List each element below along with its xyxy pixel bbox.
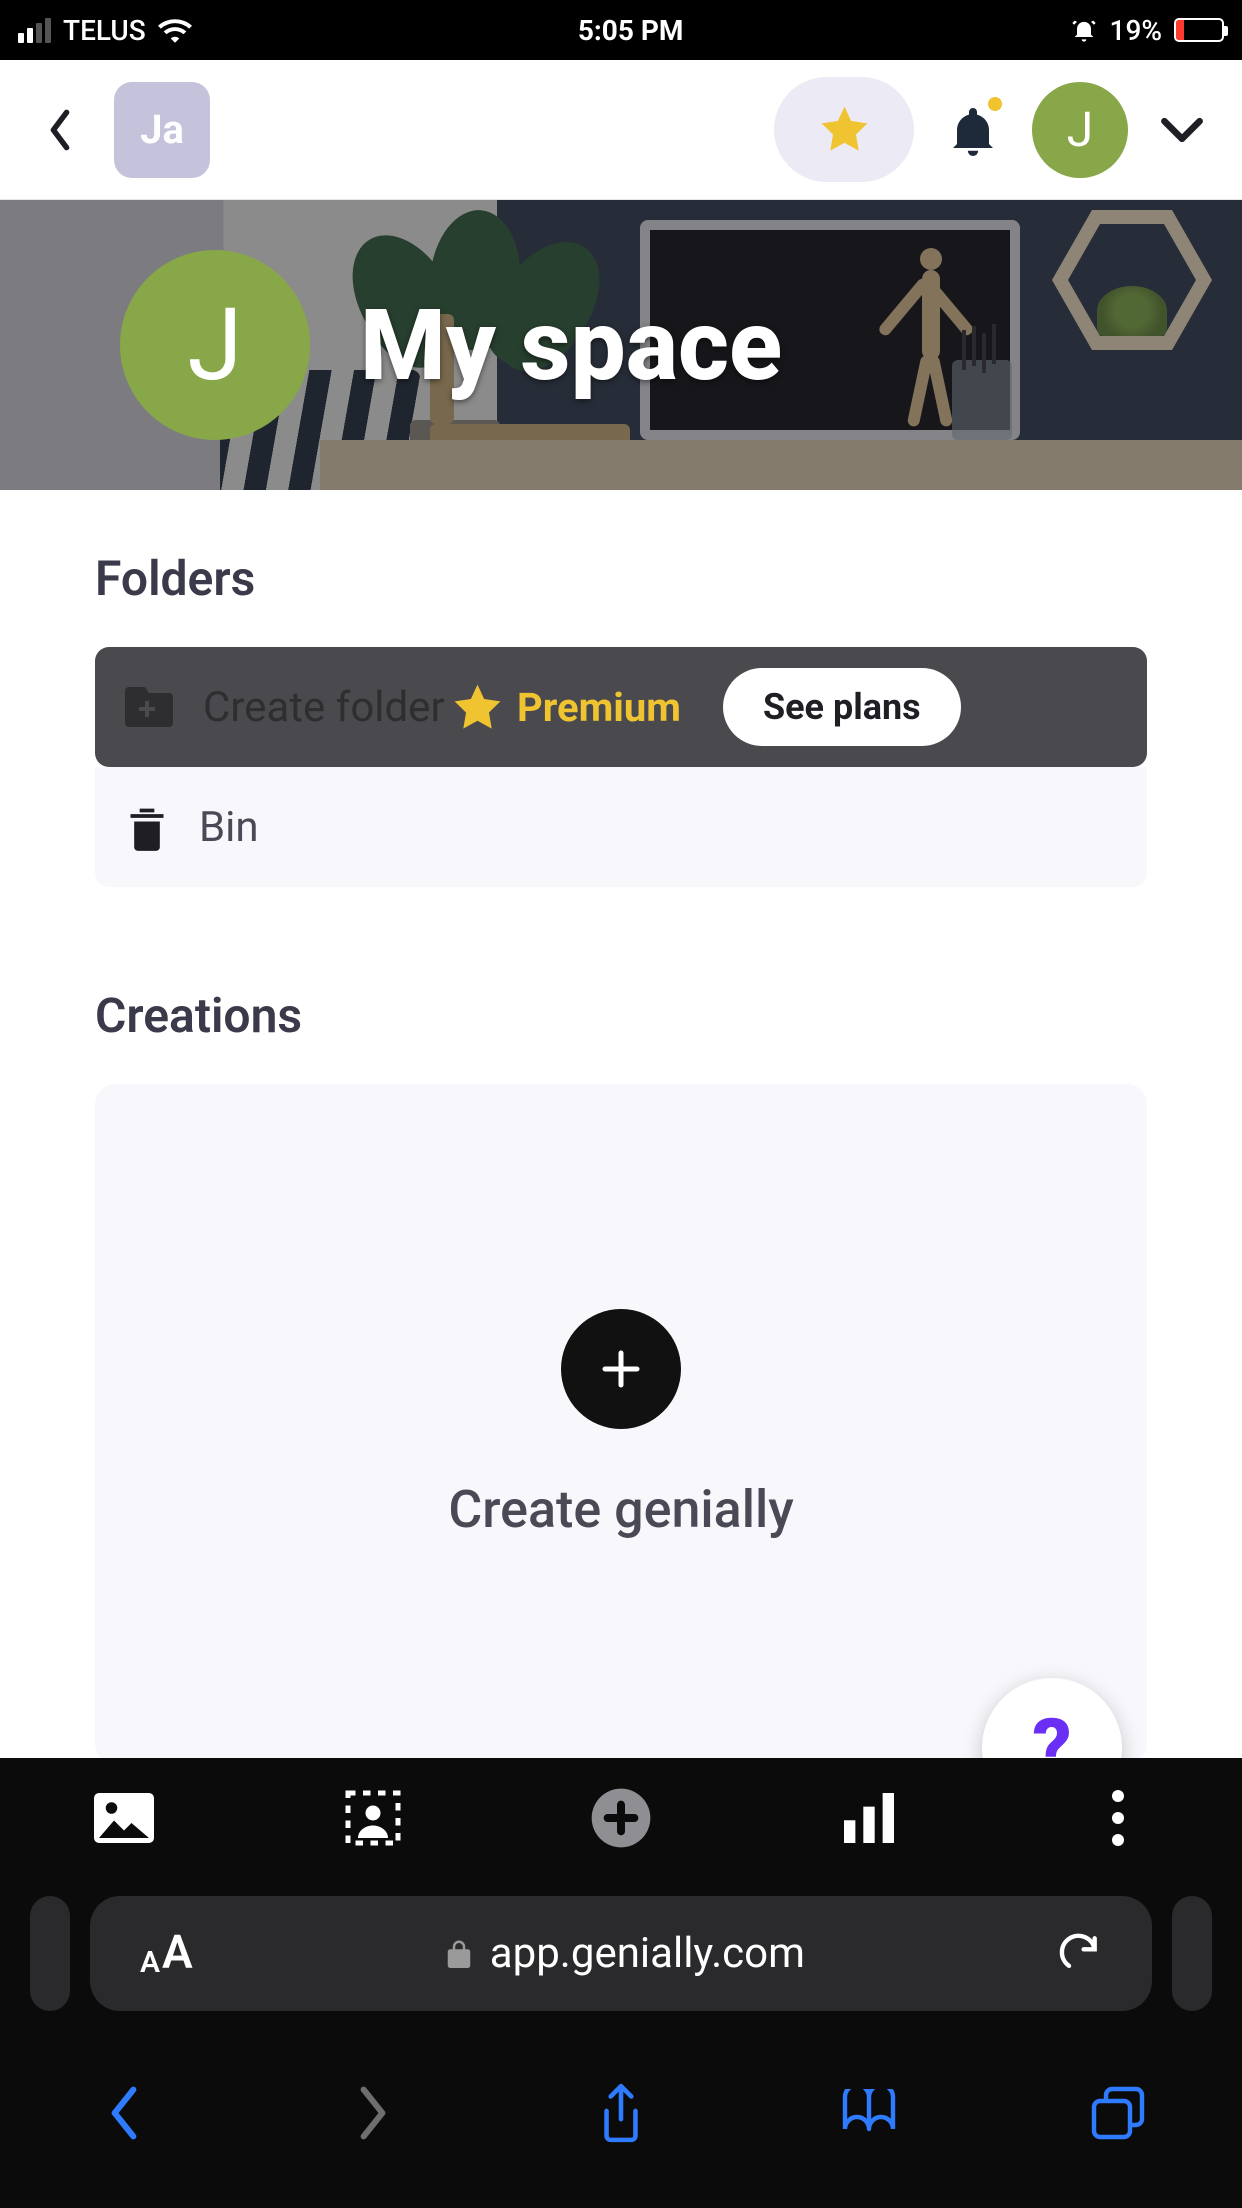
app-bottom-toolbar bbox=[0, 1758, 1242, 1878]
main-content: Folders Create folder Premium See plans … bbox=[0, 490, 1242, 1764]
safari-chrome: AA app.genially.com bbox=[0, 1878, 1242, 2208]
battery-pct-label: 19% bbox=[1110, 14, 1162, 47]
avatar-button[interactable]: J bbox=[1032, 82, 1128, 178]
reload-button[interactable] bbox=[1058, 1930, 1102, 1976]
battery-icon bbox=[1174, 18, 1224, 42]
notification-dot bbox=[988, 97, 1002, 111]
toolbar-more-button[interactable] bbox=[1078, 1778, 1158, 1858]
hero-banner: J My space bbox=[0, 200, 1242, 490]
notifications-button[interactable] bbox=[938, 95, 1008, 165]
back-button[interactable] bbox=[30, 100, 90, 160]
avatar-initial: J bbox=[1067, 101, 1093, 158]
url-host-label: app.genially.com bbox=[490, 1929, 805, 1978]
app-nav: Ja J bbox=[0, 60, 1242, 200]
address-bar[interactable]: AA app.genially.com bbox=[90, 1896, 1152, 2011]
folders-heading: Folders bbox=[95, 550, 1147, 607]
next-tab-peek[interactable] bbox=[1172, 1896, 1212, 2011]
alarm-icon bbox=[1070, 16, 1098, 44]
carrier-label: TELUS bbox=[63, 14, 146, 47]
premium-label: Premium bbox=[517, 684, 681, 731]
premium-overlay: Premium See plans bbox=[95, 647, 1147, 767]
brand-chip[interactable]: Ja bbox=[114, 82, 210, 178]
create-genially-card[interactable]: Create genially bbox=[95, 1084, 1147, 1764]
share-button[interactable] bbox=[581, 2073, 661, 2153]
tabs-button[interactable] bbox=[1078, 2073, 1158, 2153]
bin-row[interactable]: Bin bbox=[95, 767, 1147, 887]
signal-icon bbox=[18, 18, 51, 43]
toolbar-image-button[interactable] bbox=[84, 1778, 164, 1858]
status-right: 19% bbox=[1070, 14, 1224, 47]
create-genially-label: Create genially bbox=[448, 1479, 793, 1540]
account-menu-button[interactable] bbox=[1152, 100, 1212, 160]
safari-bottom-nav bbox=[0, 2028, 1242, 2198]
reader-text-size-button[interactable]: AA bbox=[140, 1926, 193, 1980]
page-title: My space bbox=[360, 288, 782, 403]
toolbar-contact-button[interactable] bbox=[333, 1778, 413, 1858]
trash-icon bbox=[125, 803, 169, 851]
wifi-icon bbox=[158, 17, 192, 43]
hero-avatar-initial: J bbox=[187, 287, 242, 404]
lock-icon bbox=[446, 1938, 472, 1968]
bin-label: Bin bbox=[199, 803, 259, 852]
hero-avatar: J bbox=[120, 250, 310, 440]
status-left: TELUS bbox=[18, 14, 192, 47]
brand-initials: Ja bbox=[140, 106, 184, 153]
prev-tab-peek[interactable] bbox=[30, 1896, 70, 2011]
browser-forward-button bbox=[333, 2073, 413, 2153]
ios-status-bar: TELUS 5:05 PM 19% bbox=[0, 0, 1242, 60]
browser-back-button[interactable] bbox=[84, 2073, 164, 2153]
star-icon bbox=[450, 680, 505, 735]
clock-label: 5:05 PM bbox=[578, 14, 684, 47]
toolbar-stats-button[interactable] bbox=[829, 1778, 909, 1858]
toolbar-add-button[interactable] bbox=[581, 1778, 661, 1858]
see-plans-button[interactable]: See plans bbox=[723, 668, 961, 746]
more-vertical-icon bbox=[1112, 1790, 1124, 1846]
create-folder-row[interactable]: Create folder Premium See plans bbox=[95, 647, 1147, 767]
plus-icon bbox=[561, 1309, 681, 1429]
bookmarks-button[interactable] bbox=[829, 2073, 909, 2153]
creations-heading: Creations bbox=[95, 987, 1147, 1044]
premium-star-button[interactable] bbox=[774, 77, 914, 182]
